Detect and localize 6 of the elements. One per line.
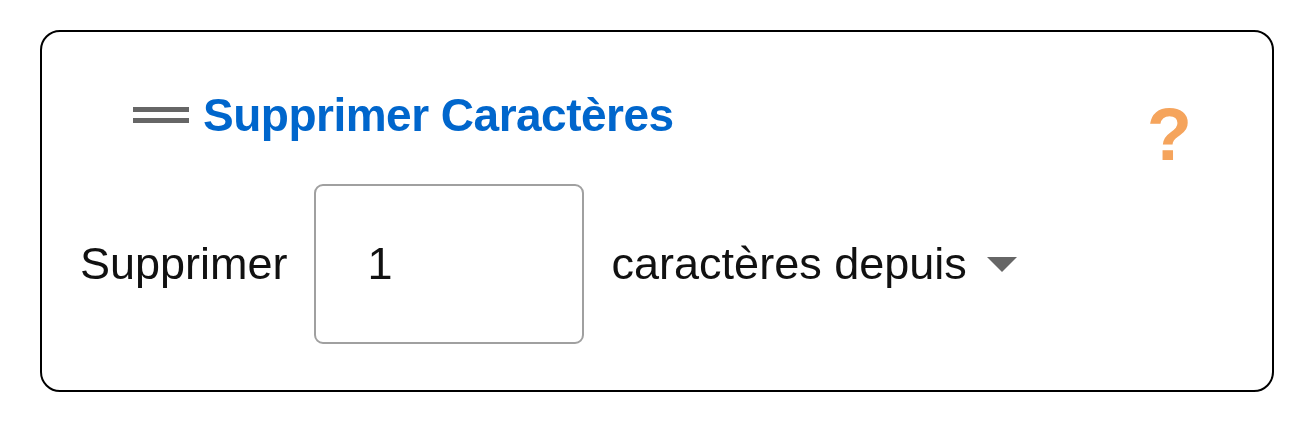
block-title: Supprimer Caractères (203, 88, 674, 142)
field-label: Supprimer (80, 238, 288, 290)
number-input[interactable]: 1 (313, 184, 584, 344)
drag-handle-icon[interactable] (133, 104, 189, 126)
dropdown[interactable]: caractères depuis (611, 238, 1017, 290)
caret-icon (986, 256, 1017, 272)
